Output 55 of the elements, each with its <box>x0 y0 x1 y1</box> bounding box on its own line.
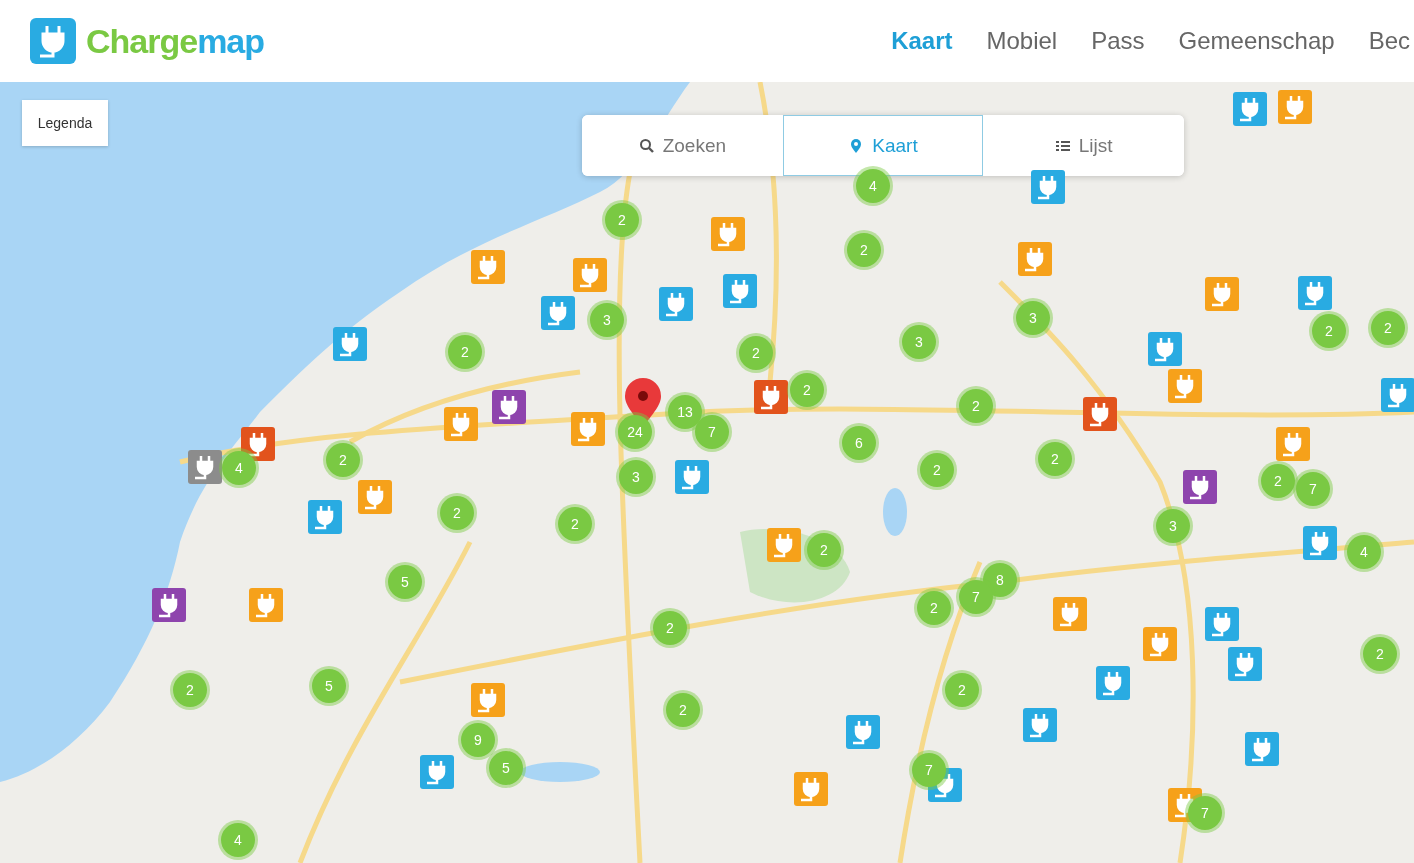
charging-station-marker[interactable] <box>1228 647 1262 681</box>
charging-station-marker[interactable] <box>1183 470 1217 504</box>
charging-station-marker[interactable] <box>249 588 283 622</box>
charging-station-marker[interactable] <box>767 528 801 562</box>
plug-logo-icon <box>30 18 76 64</box>
charging-station-marker[interactable] <box>794 772 828 806</box>
charging-station-marker[interactable] <box>152 588 186 622</box>
search-icon <box>638 137 655 154</box>
charging-station-marker[interactable] <box>1205 607 1239 641</box>
charging-station-marker[interactable] <box>471 683 505 717</box>
charging-station-marker[interactable] <box>1205 277 1239 311</box>
charging-station-marker[interactable] <box>1245 732 1279 766</box>
charging-station-marker[interactable] <box>723 274 757 308</box>
charging-station-marker[interactable] <box>1298 276 1332 310</box>
nav-link[interactable]: Mobiel <box>986 27 1058 55</box>
charging-station-marker[interactable] <box>1168 369 1202 403</box>
charging-station-marker[interactable] <box>1381 378 1414 412</box>
charging-station-marker[interactable] <box>1233 92 1267 126</box>
charging-station-marker[interactable] <box>188 450 222 484</box>
charging-station-marker[interactable] <box>1143 627 1177 661</box>
logo-text[interactable]: Chargemap <box>86 21 265 61</box>
nav-link[interactable]: Gemeenschap <box>1178 27 1335 55</box>
nav-link[interactable]: Bec <box>1368 27 1410 55</box>
view-tab[interactable]: Kaart <box>782 115 984 176</box>
charging-station-marker[interactable] <box>471 250 505 284</box>
charging-station-marker[interactable] <box>1031 170 1065 204</box>
nav-link[interactable]: Pass <box>1091 27 1145 55</box>
charging-station-marker[interactable] <box>420 755 454 789</box>
charging-station-marker[interactable] <box>333 327 367 361</box>
charging-station-marker[interactable] <box>571 412 605 446</box>
legend-button[interactable]: Legenda <box>22 100 108 146</box>
charging-station-marker[interactable] <box>1053 597 1087 631</box>
charging-station-marker[interactable] <box>1083 397 1117 431</box>
charging-station-marker[interactable] <box>541 296 575 330</box>
view-tab[interactable]: Zoeken <box>582 115 783 176</box>
charging-station-marker[interactable] <box>444 407 478 441</box>
charging-station-marker[interactable] <box>846 715 880 749</box>
charging-station-marker[interactable] <box>711 217 745 251</box>
charging-station-marker[interactable] <box>1278 90 1312 124</box>
charging-station-marker[interactable] <box>492 390 526 424</box>
charging-station-marker[interactable] <box>308 500 342 534</box>
charging-station-marker[interactable] <box>754 380 788 414</box>
charging-station-marker[interactable] <box>1018 242 1052 276</box>
charging-station-marker[interactable] <box>1276 427 1310 461</box>
charging-station-marker[interactable] <box>573 258 607 292</box>
charging-station-marker[interactable] <box>1023 708 1057 742</box>
view-tab[interactable]: Lijst <box>983 115 1184 176</box>
charging-station-marker[interactable] <box>241 427 275 461</box>
charging-station-marker[interactable] <box>358 480 392 514</box>
nav-link[interactable]: Kaart <box>891 27 953 55</box>
charging-station-marker[interactable] <box>1096 666 1130 700</box>
charging-station-marker[interactable] <box>675 460 709 494</box>
charging-station-marker[interactable] <box>659 287 693 321</box>
charging-station-marker[interactable] <box>1303 526 1337 560</box>
charging-station-marker[interactable] <box>1148 332 1182 366</box>
